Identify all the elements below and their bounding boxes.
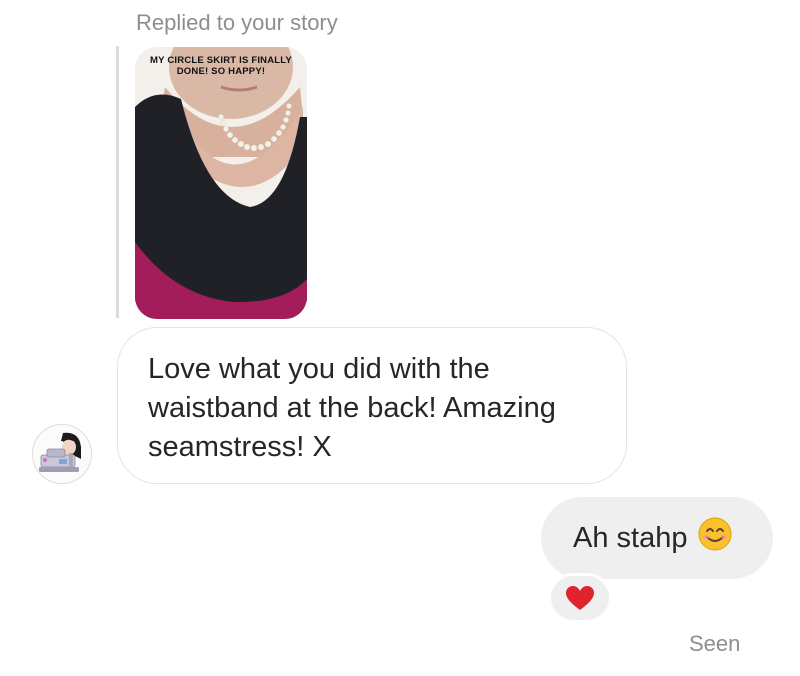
replied-to-story-label: Replied to your story xyxy=(136,10,338,35)
incoming-message-bubble[interactable]: Love what you did with the waistband at … xyxy=(117,327,627,484)
sewing-machine-avatar-icon xyxy=(33,425,91,483)
story-caption-line1: MY CIRCLE SKIRT IS FINALLY xyxy=(150,55,292,66)
sender-avatar[interactable] xyxy=(32,424,92,484)
incoming-message-text: Love what you did with the waistband at … xyxy=(148,353,556,463)
red-heart-icon xyxy=(566,586,594,610)
story-caption-line2: DONE! SO HAPPY! xyxy=(176,66,266,77)
outgoing-message-bubble[interactable]: Ah stahp xyxy=(541,497,773,579)
reply-indicator-bar xyxy=(116,46,119,318)
seen-status: Seen xyxy=(689,631,741,656)
story-photo xyxy=(135,47,307,319)
outgoing-message-text: Ah stahp xyxy=(573,521,688,554)
story-caption: MY CIRCLE SKIRT IS FINALLY DONE! SO HAPP… xyxy=(135,55,307,77)
story-thumbnail[interactable]: MY CIRCLE SKIRT IS FINALLY DONE! SO HAPP… xyxy=(135,47,307,319)
smiling-face-emoji-icon xyxy=(697,516,733,560)
message-reaction[interactable] xyxy=(548,573,612,623)
